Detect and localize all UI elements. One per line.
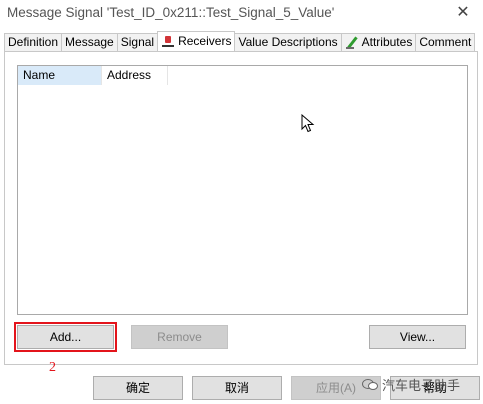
window-title: Message Signal 'Test_ID_0x211::Test_Sign… bbox=[7, 5, 335, 20]
column-header-address[interactable]: Address bbox=[102, 66, 168, 85]
tab-bar: Definition Message Signal Receivers Valu… bbox=[4, 31, 476, 51]
tab-label: Comment bbox=[419, 35, 472, 49]
tab-message[interactable]: Message bbox=[61, 33, 118, 51]
view-button[interactable]: View... bbox=[369, 325, 466, 349]
watermark-text: 汽车电子助手 bbox=[382, 377, 461, 393]
tab-signal[interactable]: Signal bbox=[116, 33, 159, 51]
wechat-icon bbox=[362, 377, 378, 391]
tab-label: Signal bbox=[120, 35, 155, 49]
close-icon: ✕ bbox=[456, 4, 470, 21]
ok-button[interactable]: 确定 bbox=[93, 376, 183, 400]
tab-receivers[interactable]: Receivers bbox=[157, 31, 236, 51]
tab-label: Definition bbox=[8, 35, 59, 49]
tab-value-descriptions[interactable]: Value Descriptions bbox=[234, 33, 342, 51]
tab-label: Value Descriptions bbox=[238, 35, 338, 49]
attributes-pen-icon bbox=[345, 35, 359, 50]
annotation-step-number: 2 bbox=[49, 360, 56, 375]
list-header: Name Address bbox=[18, 66, 168, 85]
column-header-name[interactable]: Name bbox=[18, 66, 102, 85]
tab-label: Message bbox=[65, 35, 114, 49]
cancel-button[interactable]: 取消 bbox=[192, 376, 282, 400]
remove-button[interactable]: Remove bbox=[131, 325, 228, 349]
receivers-list[interactable]: Name Address bbox=[17, 65, 468, 315]
receiver-node-icon bbox=[161, 35, 175, 49]
tab-label: Receivers bbox=[178, 34, 232, 48]
message-signal-dialog: Message Signal 'Test_ID_0x211::Test_Sign… bbox=[0, 0, 483, 404]
tab-definition[interactable]: Definition bbox=[4, 33, 63, 51]
receivers-panel: Name Address Add... Remove View... bbox=[4, 51, 478, 365]
tab-attributes[interactable]: Attributes bbox=[340, 33, 417, 51]
mouse-cursor-icon bbox=[301, 114, 315, 133]
close-button[interactable]: ✕ bbox=[453, 3, 473, 23]
tab-comment[interactable]: Comment bbox=[415, 33, 476, 51]
watermark: 汽车电子助手 bbox=[362, 374, 460, 394]
title-bar: Message Signal 'Test_ID_0x211::Test_Sign… bbox=[0, 0, 483, 28]
add-button[interactable]: Add... bbox=[14, 322, 117, 352]
tab-label: Attributes bbox=[361, 35, 413, 49]
